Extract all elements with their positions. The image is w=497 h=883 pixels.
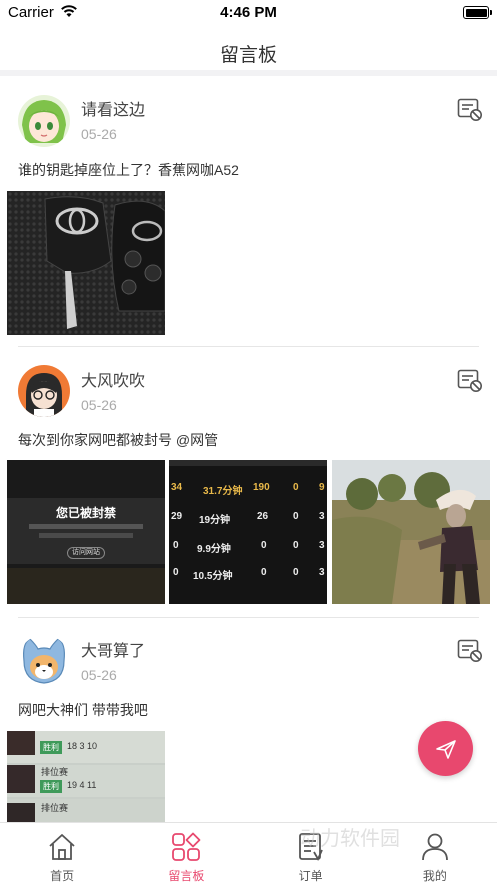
- ban-dialog-button: 访问网站: [67, 547, 105, 559]
- post-content: 每次到你家网吧都被封号 @网管: [18, 432, 219, 448]
- report-icon[interactable]: [457, 369, 483, 393]
- ban-dialog-title: 您已被封禁: [55, 506, 116, 520]
- post-content: 网吧大神们 带带我吧: [18, 702, 148, 718]
- match-title: 排位赛: [41, 803, 69, 813]
- stats-cell: 0: [293, 511, 299, 522]
- grid-icon: [172, 832, 201, 861]
- stats-row: 0 9.9分钟 0 0 3: [169, 540, 327, 556]
- stats-cell: 3: [319, 540, 325, 551]
- stats-cell: 0: [261, 567, 267, 578]
- avatar[interactable]: [18, 95, 70, 147]
- stats-cell: 0: [173, 540, 179, 551]
- stats-row: 29 19分钟 26 0 3: [169, 511, 327, 527]
- win-badge: 胜利: [40, 741, 62, 754]
- tab-label: 订单: [298, 869, 323, 883]
- stats-cell: 0: [293, 567, 299, 578]
- match-stats: 18 3 10: [67, 741, 98, 751]
- post-image-keys[interactable]: [7, 191, 165, 335]
- stats-cell: 0: [293, 540, 299, 551]
- stats-cell: 3: [319, 567, 325, 578]
- post-image-ban-dialog[interactable]: 您已被封禁 访问网站: [7, 460, 165, 604]
- blurred-text: [29, 524, 143, 529]
- battery-icon: [463, 6, 492, 19]
- tab-message-board[interactable]: 留言板: [124, 823, 248, 883]
- report-icon[interactable]: [457, 98, 483, 122]
- stats-row: 34 31.7分钟 190 0 9: [169, 482, 327, 498]
- avatar[interactable]: [18, 365, 70, 417]
- home-icon: [49, 834, 75, 860]
- status-bar: Carrier 4:46 PM: [0, 0, 497, 26]
- tab-bar: 首页 留言板 订单 我的: [0, 822, 497, 883]
- send-icon: [435, 739, 456, 759]
- stats-cell: 0: [293, 482, 299, 493]
- stats-cell: 3: [319, 511, 325, 522]
- stats-cell: 10.5分钟: [193, 571, 233, 582]
- clock: 4:46 PM: [220, 4, 277, 21]
- image-scene: [7, 568, 165, 604]
- user-icon: [421, 833, 448, 861]
- stats-cell: 19分钟: [199, 515, 231, 526]
- tab-home[interactable]: 首页: [0, 823, 124, 883]
- tab-label: 首页: [50, 869, 75, 883]
- post-item[interactable]: 大哥算了 05-26 网吧大神们 带带我吧 胜利 18 3 10 排位赛 胜利 …: [0, 618, 497, 822]
- stats-row: 0 10.5分钟 0 0 3: [169, 567, 327, 583]
- tab-label: 留言板: [168, 869, 205, 883]
- post-date: 05-26: [81, 126, 117, 142]
- message-feed[interactable]: 请看这边 05-26 谁的钥匙掉座位上了？香蕉网咖A52 大风吹吹 05-26 …: [0, 76, 497, 822]
- stats-cell: 9: [319, 482, 325, 493]
- post-item[interactable]: 请看这边 05-26 谁的钥匙掉座位上了？香蕉网咖A52: [0, 76, 497, 347]
- post-username: 请看这边: [81, 102, 146, 119]
- champion-portrait: [7, 803, 35, 822]
- stats-cell: 0: [173, 567, 179, 578]
- post-image-stats[interactable]: 34 31.7分钟 190 0 9 29 19分钟 26 0 3 0 9.9分钟…: [169, 460, 327, 604]
- post-content: 谁的钥匙掉座位上了？香蕉网咖A52: [18, 162, 239, 178]
- page-title: 留言板: [219, 45, 277, 66]
- report-icon[interactable]: [457, 639, 483, 663]
- stats-cell: 31.7分钟: [203, 486, 243, 497]
- win-badge: 胜利: [40, 780, 62, 793]
- stats-header: [169, 460, 327, 466]
- navigation-bar: 留言板: [0, 28, 497, 72]
- stats-cell: 190: [253, 482, 270, 493]
- tab-label: 我的: [422, 869, 447, 883]
- post-username: 大风吹吹: [81, 373, 146, 390]
- post-item[interactable]: 大风吹吹 05-26 每次到你家网吧都被封号 @网管 您已被封禁 访问网站 34: [0, 347, 497, 618]
- stats-cell: 0: [261, 540, 267, 551]
- compose-button[interactable]: [418, 721, 473, 776]
- stats-cell: 34: [171, 482, 183, 493]
- match-row: 排位赛: [7, 799, 165, 822]
- match-row: 胜利 18 3 10: [7, 731, 165, 763]
- post-date: 05-26: [81, 667, 117, 683]
- watermark-text: 动力软件园: [300, 828, 400, 850]
- blurred-text: [39, 533, 133, 538]
- champion-portrait: [7, 765, 35, 793]
- post-date: 05-26: [81, 397, 117, 413]
- match-stats: 19 4 11: [67, 780, 97, 790]
- post-image-game-scene[interactable]: [332, 460, 490, 604]
- avatar[interactable]: [18, 635, 70, 687]
- champion-portrait: [7, 731, 35, 755]
- post-image-match-history[interactable]: 胜利 18 3 10 排位赛 胜利 19 4 11 排位赛: [7, 731, 165, 822]
- match-row: 排位赛 胜利 19 4 11: [7, 765, 165, 797]
- match-title: 排位赛: [41, 767, 69, 777]
- stats-cell: 9.9分钟: [197, 544, 231, 555]
- stats-cell: 26: [257, 511, 269, 522]
- ban-dialog: 您已被封禁 访问网站: [7, 498, 165, 564]
- post-username: 大哥算了: [81, 643, 146, 660]
- stats-cell: 29: [171, 511, 183, 522]
